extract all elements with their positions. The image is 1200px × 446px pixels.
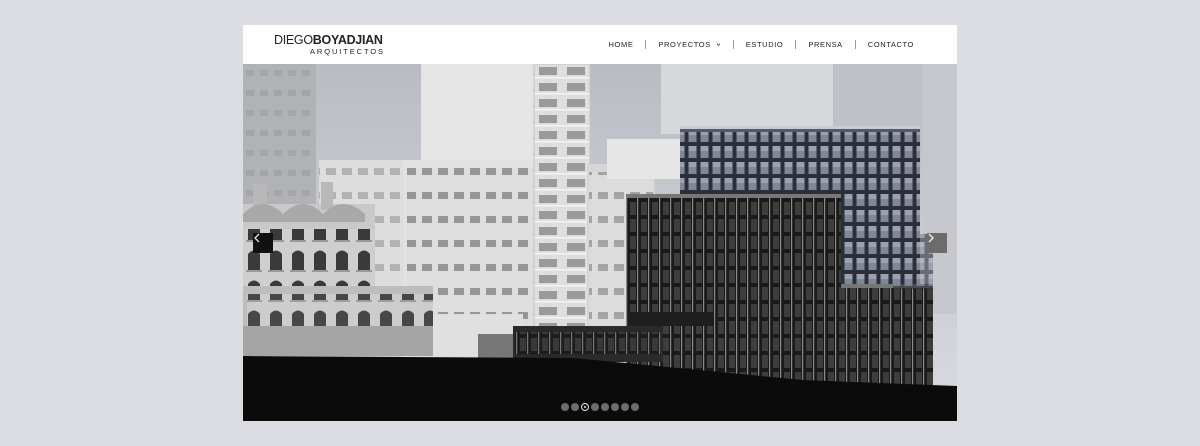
slider-pagination xyxy=(561,403,639,411)
website-frame: DIEGOBOYADJIAN ARQUITECTOS HOME PROYECTO… xyxy=(243,25,957,421)
nav-item-prensa[interactable]: PRENSA xyxy=(796,40,854,49)
nav-item-home[interactable]: HOME xyxy=(597,40,646,49)
logo-name-bold: BOYADJIAN xyxy=(312,33,383,47)
slider-next-button[interactable] xyxy=(927,233,947,253)
slider-dot[interactable] xyxy=(601,403,609,411)
chevron-down-icon xyxy=(716,43,721,47)
logo-subtitle: ARQUITECTOS xyxy=(310,46,385,56)
nav-item-label: PROYECTOS xyxy=(658,40,711,49)
nav-item-label: HOME xyxy=(608,40,634,49)
logo[interactable]: DIEGOBOYADJIAN ARQUITECTOS xyxy=(274,34,385,55)
main-nav: HOME PROYECTOS ESTUDIO PRENSA CONTACTO xyxy=(597,40,914,49)
nav-item-proyectos[interactable]: PROYECTOS xyxy=(646,40,732,49)
slider-dot[interactable] xyxy=(561,403,569,411)
chevron-right-icon xyxy=(928,233,934,243)
slider-dot[interactable] xyxy=(631,403,639,411)
nav-item-label: PRENSA xyxy=(808,40,843,49)
slider-dot[interactable] xyxy=(591,403,599,411)
nav-item-label: CONTACTO xyxy=(867,40,914,49)
slider-dot[interactable] xyxy=(611,403,619,411)
hero-slider xyxy=(243,64,957,421)
nav-item-estudio[interactable]: ESTUDIO xyxy=(734,40,796,49)
logo-name-light: DIEGO xyxy=(274,33,313,47)
slider-prev-button[interactable] xyxy=(253,233,273,253)
slider-dot[interactable] xyxy=(571,403,579,411)
architecture-rendering xyxy=(243,64,957,421)
chevron-left-icon xyxy=(254,233,260,243)
nav-item-label: ESTUDIO xyxy=(745,40,784,49)
slider-dot-active[interactable] xyxy=(581,403,589,411)
slider-dot[interactable] xyxy=(621,403,629,411)
nav-item-contacto[interactable]: CONTACTO xyxy=(856,40,914,49)
site-header: DIEGOBOYADJIAN ARQUITECTOS HOME PROYECTO… xyxy=(243,25,957,64)
logo-name: DIEGOBOYADJIAN xyxy=(274,34,385,47)
